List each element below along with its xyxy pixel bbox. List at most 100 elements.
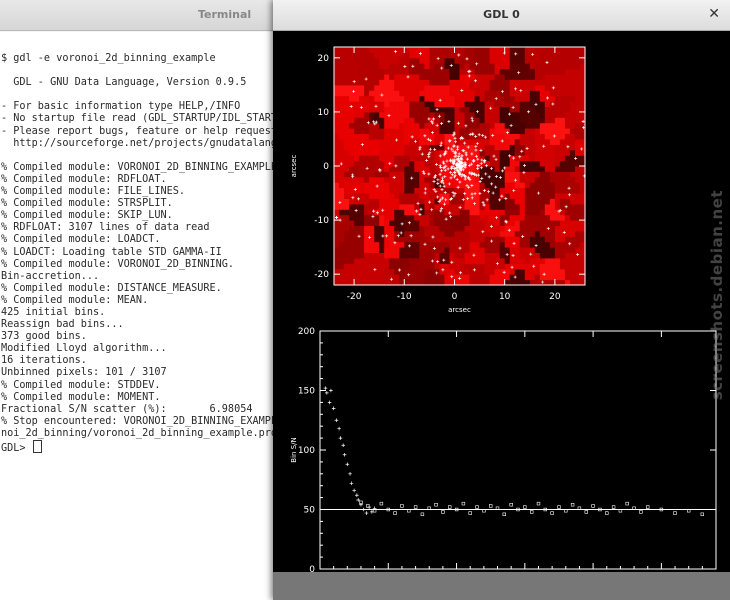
- terminal-window[interactable]: Terminal $ gdl -e voronoi_2d_binning_exa…: [0, 0, 278, 600]
- map-bin-cell: [554, 160, 561, 167]
- map-bin-cell: [549, 57, 556, 64]
- map-bin-cell: [359, 268, 365, 275]
- gdl-window-title: GDL 0: [483, 8, 520, 21]
- map-bin-cell: [459, 182, 465, 189]
- map-bin-cell: [339, 247, 345, 253]
- map-bin-cell: [569, 95, 576, 102]
- map-bin-cell: [414, 187, 420, 194]
- map-bin-cell: [464, 128, 470, 134]
- map-bin-cell: [379, 74, 385, 80]
- map-bin-cell: [379, 203, 385, 210]
- map-bin-cell: [554, 57, 561, 64]
- map-bin-cell: [434, 133, 440, 140]
- map-bin-cell: [489, 68, 496, 75]
- map-bin-cell: [539, 63, 546, 70]
- map-bin-cell: [404, 166, 410, 172]
- map-bin-cell: [414, 160, 420, 167]
- map-bin-cell: [524, 149, 531, 156]
- map-bin-cell: [349, 144, 355, 151]
- map-bin-cell: [554, 47, 561, 53]
- map-bin-cell: [524, 198, 531, 205]
- map-bin-cell: [554, 101, 561, 107]
- map-bin-cell: [349, 133, 355, 140]
- terminal-body[interactable]: $ gdl -e voronoi_2d_binning_example GDL …: [0, 32, 278, 600]
- map-bin-cell: [334, 166, 340, 172]
- map-bin-cell: [564, 198, 571, 205]
- map-bin-cell: [559, 63, 566, 70]
- map-bin-cell: [419, 182, 425, 189]
- map-bin-cell: [339, 166, 345, 172]
- close-icon[interactable]: ✕: [708, 6, 720, 22]
- map-bin-cell: [484, 106, 491, 113]
- map-bin-cell: [549, 171, 556, 178]
- map-bin-cell: [444, 225, 450, 232]
- map-bin-cell: [469, 225, 475, 232]
- map-bin-cell: [459, 52, 465, 59]
- map-bin-cell: [339, 203, 345, 210]
- map-bin-cell: [424, 274, 430, 281]
- map-bin-cell: [349, 258, 355, 264]
- map-bin-cell: [459, 209, 465, 216]
- map-bin-cell: [439, 74, 445, 80]
- map-bin-cell: [509, 47, 516, 53]
- map-bin-cell: [519, 52, 526, 59]
- map-bin-cell: [534, 79, 541, 86]
- map-bin-cell: [344, 225, 350, 232]
- map-bin-cell: [469, 144, 475, 151]
- map-bin-cell: [504, 209, 511, 216]
- map-bin-cell: [575, 84, 581, 91]
- map-bin-cell: [494, 198, 501, 205]
- map-bin-cell: [419, 47, 425, 53]
- map-bin-cell: [575, 241, 581, 248]
- map-bin-cell: [544, 79, 551, 86]
- map-bin-cell: [549, 241, 556, 248]
- map-bin-cell: [359, 198, 365, 205]
- gdl-titlebar[interactable]: GDL 0 ✕: [273, 0, 730, 31]
- map-bin-cell: [524, 128, 531, 134]
- map-bin-cell: [344, 193, 350, 199]
- map-bin-cell: [575, 171, 581, 178]
- map-bin-cell: [564, 47, 571, 53]
- map-bin-cell: [369, 274, 375, 281]
- map-bin-cell: [334, 128, 340, 134]
- map-bin-cell: [364, 139, 370, 145]
- map-bin-cell: [419, 268, 425, 275]
- map-bin-cell: [334, 252, 340, 259]
- map-bin-cell: [544, 139, 551, 145]
- map-bin-cell: [344, 268, 350, 275]
- map-bin-cell: [414, 155, 420, 162]
- map-bin-cell: [404, 252, 410, 259]
- map-bin-cell: [364, 90, 370, 97]
- map-bin-cell: [494, 57, 501, 64]
- map-bin-cell: [334, 193, 340, 199]
- map-bin-cell: [474, 74, 481, 80]
- terminal-titlebar[interactable]: Terminal: [0, 0, 278, 31]
- map-bin-cell: [374, 236, 380, 243]
- terminal-cursor[interactable]: [32, 440, 42, 453]
- map-bin-cell: [394, 166, 400, 172]
- map-bin-cell: [474, 214, 481, 221]
- map-bin-cell: [409, 106, 415, 113]
- map-bin-cell: [349, 155, 355, 162]
- map-bin-cell: [539, 182, 546, 189]
- map-bin-cell: [349, 68, 355, 75]
- map-bin-cell: [344, 171, 350, 178]
- map-bin-cell: [484, 252, 491, 259]
- map-bin-cell: [569, 214, 576, 221]
- map-bin-cell: [339, 63, 345, 70]
- map-bin-cell: [394, 187, 400, 194]
- map-bin-cell: [454, 90, 460, 97]
- map-bin-cell: [364, 263, 370, 270]
- map-bin-cell: [334, 176, 340, 183]
- map-bin-cell: [424, 111, 430, 118]
- map-xlabel: arcsec: [448, 306, 471, 314]
- map-bin-cell: [484, 214, 491, 221]
- map-bin-cell: [399, 258, 405, 264]
- map-bin-cell: [484, 241, 491, 248]
- map-bin-cell: [424, 139, 430, 145]
- map-bin-cell: [559, 52, 566, 59]
- map-bin-cell: [529, 106, 536, 113]
- map-bin-cell: [484, 182, 491, 189]
- map-bin-cell: [349, 63, 355, 70]
- gdl-window[interactable]: GDL 0 ✕ -20 -10 0 10 20 -20 -10 0 10 20 arcsec arcs…: [273, 0, 730, 600]
